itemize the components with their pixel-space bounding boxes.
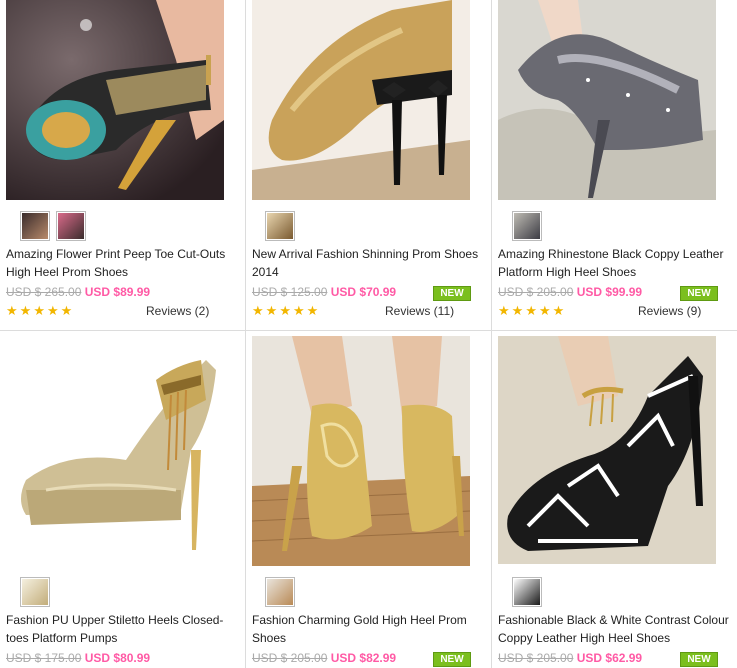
product-image[interactable] [6,0,224,200]
product-image[interactable] [498,0,716,200]
product-title[interactable]: Amazing Flower Print Peep Toe Cut-Outs H… [6,245,238,281]
star-icon: ★ [511,303,524,318]
sale-price: USD $80.99 [84,651,151,665]
shoe-photo [252,0,470,200]
rating-stars: ★ ★ ★ ★ ★ [252,304,318,317]
thumbnail-list [512,211,542,241]
thumbnail[interactable] [20,577,50,607]
price-line: USD $ 205.00 USD $99.99 [498,285,642,299]
thumbnail[interactable] [512,577,542,607]
product-title[interactable]: Fashion Charming Gold High Heel Prom Sho… [252,611,484,647]
star-icon: ★ [306,303,319,318]
star-icon: ★ [279,303,291,318]
product-title[interactable]: Fashion PU Upper Stiletto Heels Closed-t… [6,611,242,647]
thumbnail[interactable] [56,211,86,241]
star-icon: ★ [19,303,32,318]
star-icon: ★ [46,303,59,318]
star-icon: ★ [552,303,565,318]
sale-price: USD $89.99 [84,285,151,299]
star-icon: ★ [252,303,264,318]
new-badge: NEW [680,652,718,667]
shoe-photo [498,336,716,564]
product-grid: Amazing Flower Print Peep Toe Cut-Outs H… [0,0,737,668]
star-icon: ★ [498,303,510,318]
thumbnail-list [20,211,86,241]
new-badge: NEW [433,286,471,301]
reviews-link[interactable]: Reviews (11) [385,304,454,318]
original-price: USD $ 205.00 [252,651,328,665]
price-line: USD $ 205.00 USD $62.99 [498,651,642,665]
star-icon: ★ [60,303,73,318]
thumbnail[interactable] [512,211,542,241]
sale-price: USD $99.99 [576,285,643,299]
original-price: USD $ 205.00 [498,285,574,299]
product-title[interactable]: New Arrival Fashion Shinning Prom Shoes … [252,245,484,281]
price-line: USD $ 265.00 USD $89.99 [6,285,150,299]
shoe-photo [498,0,716,200]
product-title[interactable]: Fashionable Black & White Contrast Colou… [498,611,734,647]
star-icon: ★ [265,303,278,318]
sale-price: USD $82.99 [330,651,397,665]
star-icon: ★ [538,303,551,318]
rating-stars: ★ ★ ★ ★ ★ [498,304,564,317]
sale-price: USD $62.99 [576,651,643,665]
product-image[interactable] [252,336,470,566]
star-icon: ★ [6,303,18,318]
star-icon: ★ [292,303,305,318]
original-price: USD $ 175.00 [6,651,82,665]
star-icon: ★ [33,303,45,318]
sale-price: USD $70.99 [330,285,397,299]
original-price: USD $ 205.00 [498,651,574,665]
thumbnail-list [265,577,295,607]
product-image[interactable] [498,336,716,564]
thumbnail-list [265,211,295,241]
original-price: USD $ 125.00 [252,285,328,299]
star-icon: ★ [525,303,537,318]
product-title[interactable]: Amazing Rhinestone Black Coppy Leather P… [498,245,734,281]
new-badge: NEW [680,286,718,301]
price-line: USD $ 205.00 USD $82.99 [252,651,396,665]
price-line: USD $ 175.00 USD $80.99 [6,651,150,665]
reviews-link[interactable]: Reviews (2) [146,304,209,318]
shoe-photo [252,336,470,566]
product-image[interactable] [6,340,224,560]
rating-stars: ★ ★ ★ ★ ★ [6,304,72,317]
thumbnail[interactable] [265,577,295,607]
product-image[interactable] [252,0,470,200]
thumbnail-list [512,577,542,607]
shoe-photo [6,0,224,200]
new-badge: NEW [433,652,471,667]
thumbnail[interactable] [20,211,50,241]
original-price: USD $ 265.00 [6,285,82,299]
shoe-photo [6,340,224,560]
thumbnail-list [20,577,50,607]
reviews-link[interactable]: Reviews (9) [638,304,701,318]
price-line: USD $ 125.00 USD $70.99 [252,285,396,299]
thumbnail[interactable] [265,211,295,241]
